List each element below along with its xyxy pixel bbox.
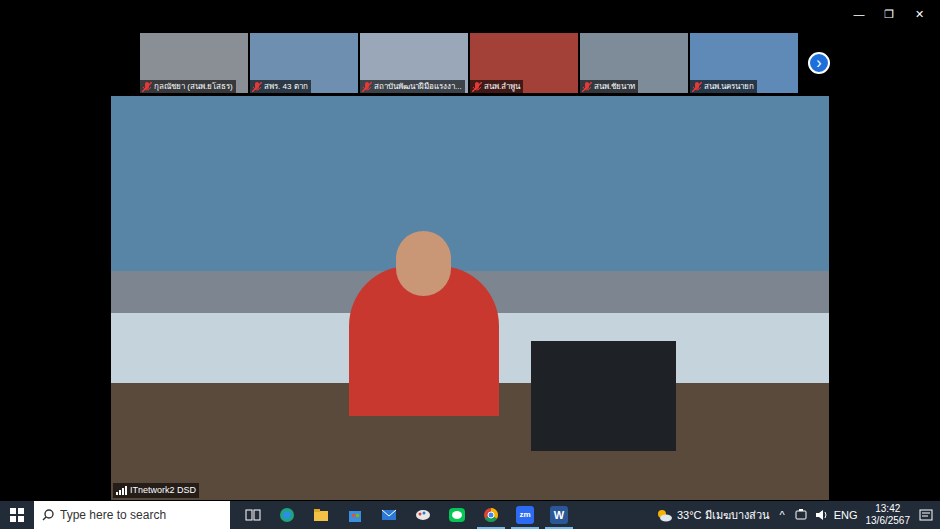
participant-tile[interactable]: สนพ.นครนายก xyxy=(690,33,798,93)
search-box[interactable] xyxy=(34,501,230,529)
tray-expand-button[interactable]: ^ xyxy=(776,507,787,524)
taskbar: zm W 33°Cมีเมฆบางส่วน ^ ENG 13:4213/6/2567 xyxy=(0,501,940,529)
participant-label: ITnetwork2 DSD xyxy=(113,483,199,499)
weather-icon xyxy=(655,507,673,523)
notifications-icon xyxy=(918,508,934,522)
search-icon xyxy=(42,509,54,521)
explorer-app-button[interactable] xyxy=(304,501,338,529)
weather-widget[interactable]: 33°Cมีเมฆบางส่วน xyxy=(655,507,771,524)
mail-app-button[interactable] xyxy=(372,501,406,529)
zoom-icon: zm xyxy=(516,506,534,524)
participant-name-label: สถาบันพัฒนาฝีมือแรงงา... xyxy=(360,80,465,93)
participant-name-label: สนพ.ลำพูน xyxy=(470,80,523,93)
participant-tile[interactable]: สถาบันพัฒนาฝีมือแรงงา... xyxy=(360,33,468,93)
maximize-button[interactable]: ❐ xyxy=(874,4,904,24)
muted-mic-icon xyxy=(582,82,592,92)
word-icon: W xyxy=(550,506,568,524)
search-input[interactable] xyxy=(60,506,222,524)
participant-name: สพร. 43 ตาก xyxy=(264,81,308,92)
active-indicator xyxy=(477,527,505,529)
windows-icon xyxy=(10,508,24,522)
active-indicator xyxy=(511,527,539,529)
language-indicator[interactable]: ENG xyxy=(834,507,858,524)
active-indicator xyxy=(409,527,437,529)
participant-name-label: สนพ.ชัยนาท xyxy=(580,80,638,93)
muted-mic-icon xyxy=(692,82,702,92)
signal-icon xyxy=(116,486,127,495)
active-indicator xyxy=(273,527,301,529)
store-icon xyxy=(346,506,364,524)
muted-mic-icon xyxy=(472,82,482,92)
weather-temperature: 33°C xyxy=(677,507,702,524)
volume-icon xyxy=(814,508,828,522)
active-indicator xyxy=(545,527,573,529)
paint-icon xyxy=(414,506,432,524)
zoom-app-button[interactable]: zm xyxy=(508,501,542,529)
active-indicator xyxy=(307,527,335,529)
start-button[interactable] xyxy=(0,501,34,529)
store-app-button[interactable] xyxy=(338,501,372,529)
paint-app-button[interactable] xyxy=(406,501,440,529)
line-icon xyxy=(448,506,466,524)
active-indicator xyxy=(443,527,471,529)
participant-tile[interactable]: สนพ.ชัยนาท xyxy=(580,33,688,93)
explorer-icon xyxy=(312,506,330,524)
participant-name-label: สพร. 43 ตาก xyxy=(250,80,311,93)
active-indicator xyxy=(341,527,369,529)
participant-tile[interactable]: สพร. 43 ตาก xyxy=(250,33,358,93)
participant-tile[interactable]: สนพ.ลำพูน xyxy=(470,33,578,93)
line-app-button[interactable] xyxy=(440,501,474,529)
participant-name-label: สนพ.นครนายก xyxy=(690,80,757,93)
network-icon xyxy=(794,508,808,522)
chrome-icon xyxy=(482,506,500,524)
main-video: ITnetwork2 DSD xyxy=(111,96,829,500)
participant-name-label: กุลณัชยา (สนพ.ยโสธร) xyxy=(140,80,236,93)
mail-icon xyxy=(380,506,398,524)
taskview-icon xyxy=(244,506,262,524)
participant-name: สนพ.ลำพูน xyxy=(484,81,520,92)
minimize-button[interactable]: — xyxy=(844,4,874,24)
edge-icon xyxy=(278,506,296,524)
active-indicator xyxy=(239,527,267,529)
next-page-button[interactable]: › xyxy=(808,52,830,74)
clock-time: 13:42 xyxy=(875,503,900,515)
taskview-app-button[interactable] xyxy=(236,501,270,529)
participant-name: สนพ.นครนายก xyxy=(704,81,754,92)
weather-description: มีเมฆบางส่วน xyxy=(705,507,770,524)
participant-name: สถาบันพัฒนาฝีมือแรงงา... xyxy=(374,81,462,92)
participant-name: ITnetwork2 DSD xyxy=(130,484,196,498)
participant-name: สนพ.ชัยนาท xyxy=(594,81,635,92)
participant-tile[interactable]: กุลณัชยา (สนพ.ยโสธร) xyxy=(140,33,248,93)
active-indicator xyxy=(375,527,403,529)
participant-name: กุลณัชยา (สนพ.ยโสธร) xyxy=(154,81,233,92)
clock[interactable]: 13:4213/6/2567 xyxy=(864,503,913,527)
word-app-button[interactable]: W xyxy=(542,501,576,529)
muted-mic-icon xyxy=(252,82,262,92)
chrome-app-button[interactable] xyxy=(474,501,508,529)
close-button[interactable]: ✕ xyxy=(904,4,934,24)
edge-app-button[interactable] xyxy=(270,501,304,529)
muted-mic-icon xyxy=(362,82,372,92)
clock-date: 13/6/2567 xyxy=(866,515,911,527)
muted-mic-icon xyxy=(142,82,152,92)
